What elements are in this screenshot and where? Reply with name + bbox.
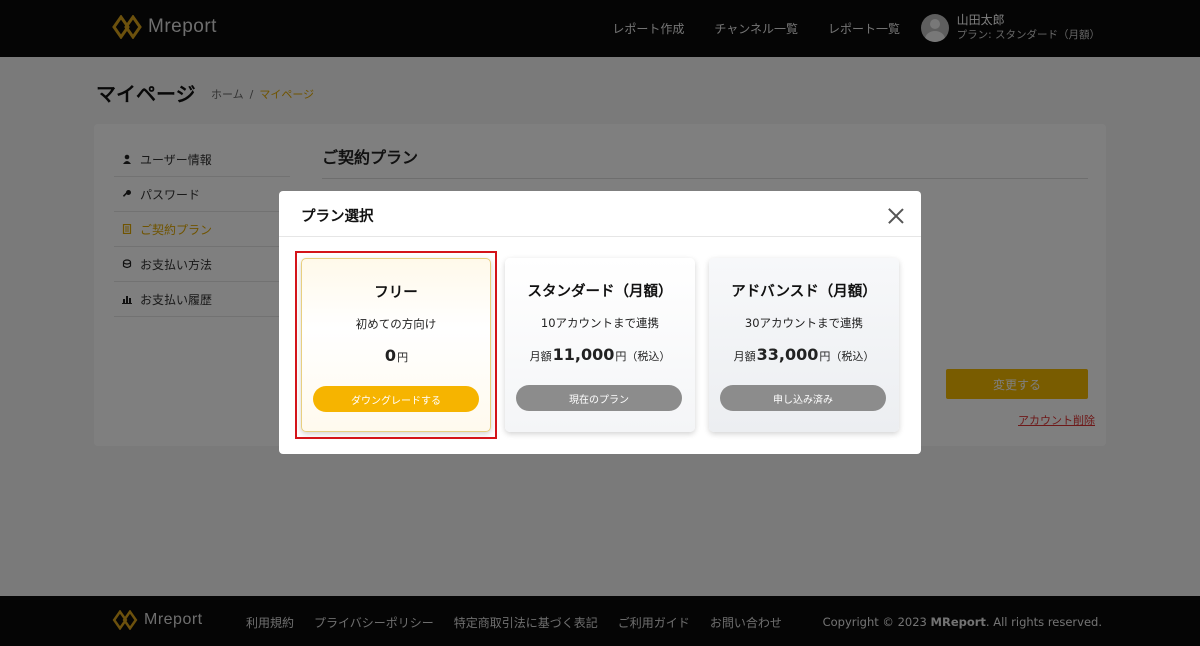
plan-card-standard[interactable]: スタンダード（月額） 10アカウントまで連携 月額11,000円（税込） 現在の… [505, 258, 695, 432]
applied-plan-button[interactable]: 申し込み済み [720, 385, 886, 411]
modal-divider [279, 236, 921, 237]
plan-description: 30アカウントまで連携 [744, 316, 864, 330]
current-plan-button[interactable]: 現在のプラン [516, 385, 682, 411]
plan-price: 月額33,000円（税込） [733, 345, 875, 364]
plan-price: 月額11,000円（税込） [529, 345, 671, 364]
plan-description: 10アカウントまで連携 [540, 316, 660, 330]
highlight-annotation-box [295, 251, 497, 439]
plan-card-advanced[interactable]: アドバンスド（月額） 30アカウントまで連携 月額33,000円（税込） 申し込… [709, 258, 899, 432]
plan-name: アドバンスド（月額） [731, 284, 877, 300]
modal-title: プラン選択 [301, 209, 374, 225]
plan-name: スタンダード（月額） [527, 284, 673, 300]
close-icon[interactable] [887, 207, 905, 225]
plan-select-modal: プラン選択 フリー 初めての方向け 0円 ダウングレードする スタンダード（月額… [279, 191, 921, 454]
